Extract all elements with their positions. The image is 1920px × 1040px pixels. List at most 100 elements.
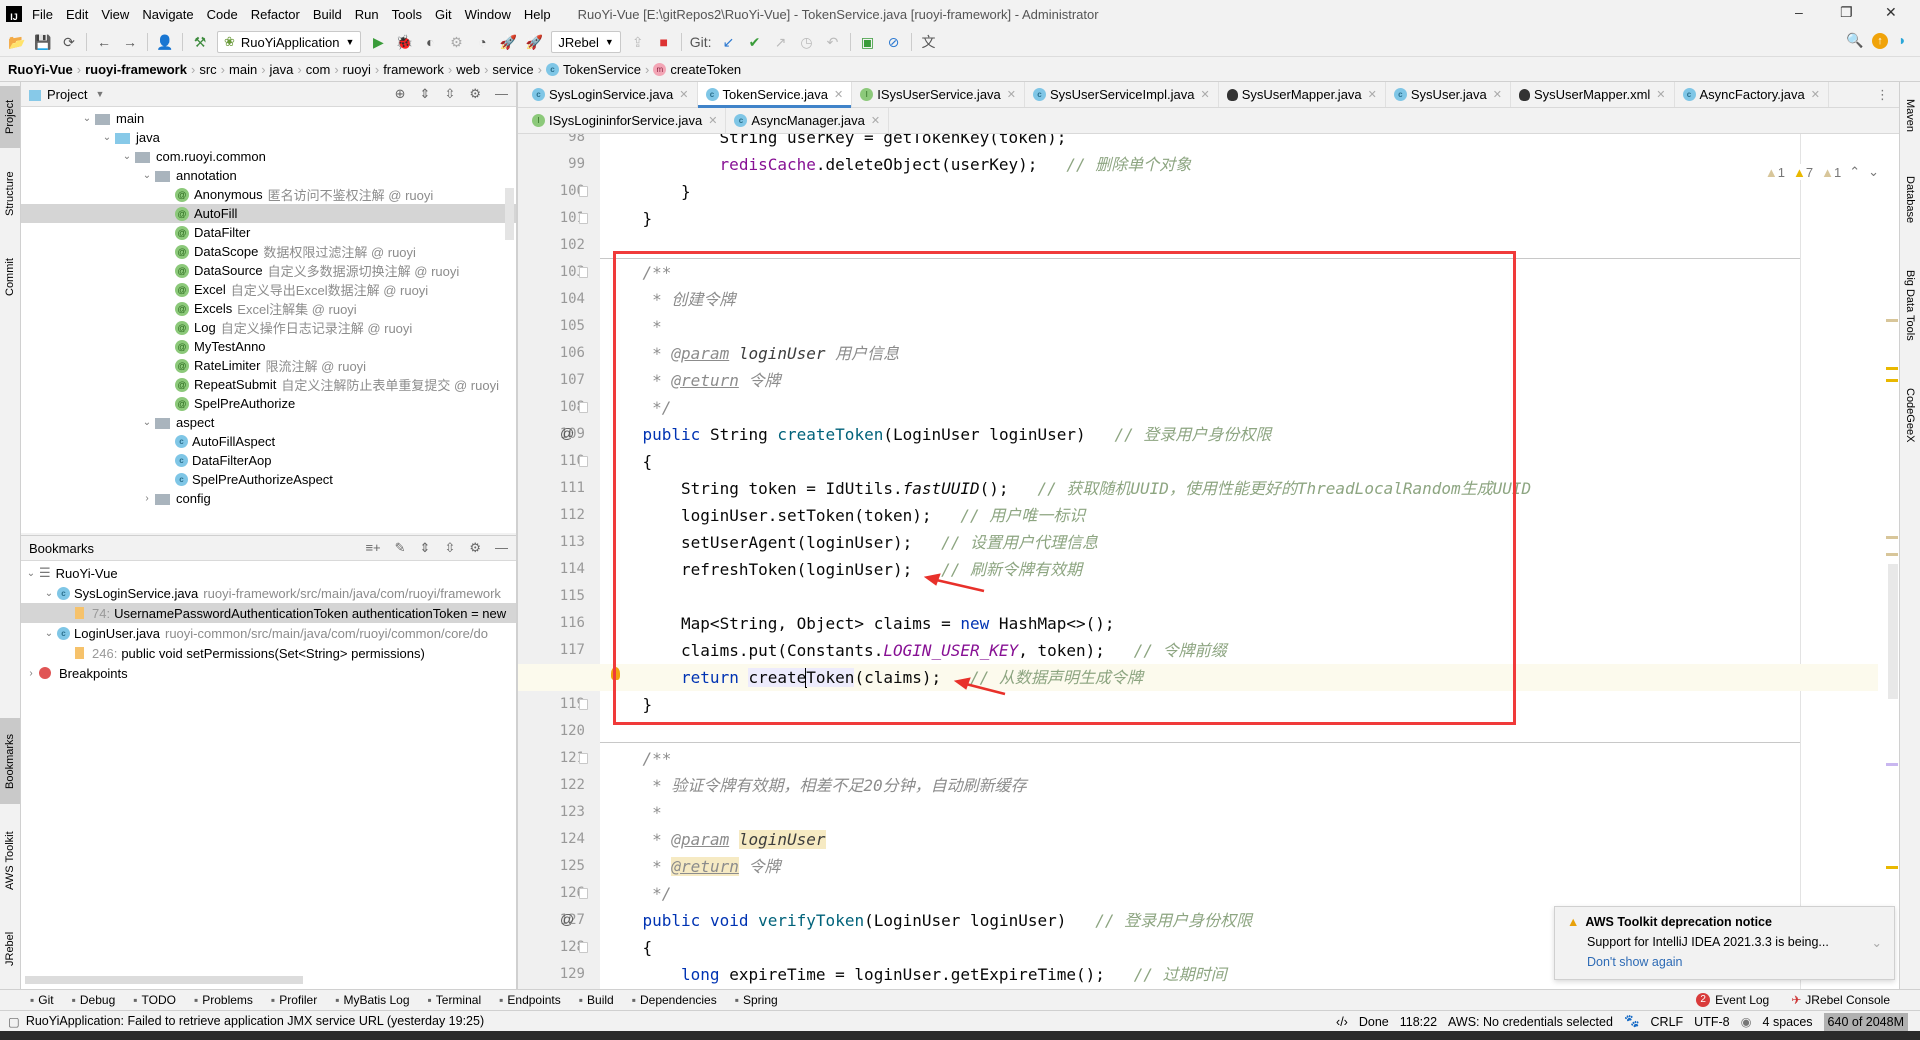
status-toggle-icon[interactable]: ▢ bbox=[8, 1014, 20, 1029]
breadcrumb-item[interactable]: main bbox=[229, 62, 257, 77]
menu-run[interactable]: Run bbox=[355, 7, 379, 22]
maximize-button[interactable]: ❐ bbox=[1840, 4, 1853, 21]
tab-sysuser-java[interactable]: c SysUser.java ✕ bbox=[1386, 82, 1511, 107]
open-folder-icon[interactable]: 📂 bbox=[8, 34, 26, 51]
jrebel-console-button[interactable]: ✈ JRebel Console bbox=[1791, 993, 1890, 1007]
tool-window-problems[interactable]: ▪ Problems bbox=[194, 993, 253, 1007]
breadcrumb-item[interactable]: ruoyi bbox=[343, 62, 371, 77]
tab-sysuserserviceimpl-java[interactable]: c SysUserServiceImpl.java ✕ bbox=[1025, 82, 1219, 107]
tool-window-profiler[interactable]: ▪ Profiler bbox=[271, 993, 317, 1007]
tool-window-spring[interactable]: ▪ Spring bbox=[735, 993, 778, 1007]
previous-highlight-icon[interactable]: ⌃ bbox=[1849, 164, 1860, 180]
gear-icon[interactable]: ⚙ bbox=[469, 540, 481, 556]
tree-item-repeatsubmit[interactable]: @ RepeatSubmit 自定义注解防止表单重复提交 @ ruoyi bbox=[21, 375, 516, 394]
profile-icon[interactable]: ⚙ bbox=[447, 34, 465, 51]
tool-window-structure[interactable]: Structure bbox=[0, 158, 20, 230]
error-stripe-mark[interactable] bbox=[1886, 763, 1898, 766]
tree-item-log[interactable]: @ Log 自定义操作日志记录注解 @ ruoyi bbox=[21, 318, 516, 337]
dont-show-again-link[interactable]: Don't show again bbox=[1567, 955, 1882, 969]
aws-credentials[interactable]: AWS: No credentials selected bbox=[1448, 1015, 1613, 1029]
codegeex-icon[interactable]: ◗ bbox=[1898, 32, 1906, 48]
activity-monitor-icon[interactable]: ▣ bbox=[859, 34, 877, 51]
sync-icon[interactable]: ⟳ bbox=[60, 34, 78, 51]
tool-window-commit[interactable]: Commit bbox=[0, 248, 20, 306]
menu-code[interactable]: Code bbox=[207, 7, 238, 22]
tab-sysusermapper-java[interactable]: SysUserMapper.java ✕ bbox=[1219, 82, 1386, 107]
user-icon[interactable]: 👤 bbox=[156, 34, 174, 51]
breadcrumb-item[interactable]: ruoyi-framework bbox=[85, 62, 187, 77]
inspection-widget[interactable]: ▲ 1 ▲ 7 ▲ 1 ⌃ ⌄ bbox=[1764, 164, 1879, 180]
tool-window-codegeex[interactable]: CodeGeeX bbox=[1900, 370, 1920, 460]
status-message[interactable]: RuoYiApplication: Failed to retrieve app… bbox=[26, 1014, 484, 1028]
caret-position[interactable]: 118:22 bbox=[1400, 1015, 1437, 1029]
error-stripe-mark[interactable] bbox=[1886, 319, 1898, 322]
menu-tools[interactable]: Tools bbox=[392, 7, 422, 22]
vcs-status[interactable]: Done bbox=[1359, 1015, 1389, 1029]
tool-window-dependencies[interactable]: ▪ Dependencies bbox=[632, 993, 717, 1007]
editor-scrollbar[interactable] bbox=[1888, 564, 1898, 699]
tab-sysloginservice-java[interactable]: c SysLoginService.java ✕ bbox=[524, 82, 698, 107]
close-tab-icon[interactable]: ✕ bbox=[1656, 88, 1665, 101]
translate-icon[interactable]: 文 bbox=[920, 32, 938, 52]
project-panel-title[interactable]: Project bbox=[47, 87, 87, 102]
rollback-icon[interactable]: ↶ bbox=[824, 34, 842, 51]
menu-edit[interactable]: Edit bbox=[66, 7, 88, 22]
tree-item-main[interactable]: ⌄ main bbox=[21, 109, 516, 128]
breadcrumb-item[interactable]: m createToken bbox=[653, 62, 741, 77]
tree-item-com.ruoyi.common[interactable]: ⌄ com.ruoyi.common bbox=[21, 147, 516, 166]
bookmark-item[interactable]: 74: UsernamePasswordAuthenticationToken a… bbox=[21, 603, 516, 623]
power-save-icon[interactable]: ⊘ bbox=[885, 34, 903, 51]
tool-window-bookmarks[interactable]: Bookmarks bbox=[0, 718, 20, 804]
tool-window-aws-toolkit[interactable]: AWS Toolkit bbox=[0, 818, 20, 904]
git-commit-icon[interactable]: ✔ bbox=[746, 34, 764, 51]
tree-item-mytestanno[interactable]: @ MyTestAnno bbox=[21, 337, 516, 356]
bookmark-item[interactable]: ⌄ c SysLoginService.java ruoyi-framework/sr… bbox=[21, 583, 516, 603]
tab-isyslogininforservice-java[interactable]: I ISysLogininforService.java ✕ bbox=[524, 108, 727, 133]
chevron-down-icon[interactable]: ⌄ bbox=[79, 113, 95, 124]
chevron-right-icon[interactable]: › bbox=[23, 668, 39, 679]
save-icon[interactable]: 💾 bbox=[34, 34, 52, 51]
chevron-down-icon[interactable]: ⌄ bbox=[119, 151, 135, 162]
breadcrumb-item[interactable]: web bbox=[456, 62, 480, 77]
tree-item-java[interactable]: ⌄ java bbox=[21, 128, 516, 147]
paw-icon[interactable]: 🐾 bbox=[1624, 1014, 1640, 1029]
tool-window-big-data-tools[interactable]: Big Data Tools bbox=[1900, 250, 1920, 360]
edit-pencil-icon[interactable]: ✎ bbox=[395, 540, 406, 556]
git-update-icon[interactable]: ↙ bbox=[720, 34, 738, 51]
bookmark-item[interactable]: ⌄ ☰ RuoYi-Vue bbox=[21, 563, 516, 583]
bookmark-item[interactable]: › Breakpoints bbox=[21, 663, 516, 683]
menu-refactor[interactable]: Refactor bbox=[251, 7, 300, 22]
collapse-all-icon[interactable]: ⇳ bbox=[444, 86, 455, 102]
event-log-button[interactable]: 2 Event Log bbox=[1696, 993, 1769, 1007]
menu-git[interactable]: Git bbox=[435, 7, 452, 22]
inspection-count[interactable]: ▲ 1 bbox=[1765, 164, 1785, 180]
minimize-button[interactable]: – bbox=[1795, 4, 1803, 20]
error-stripe-mark[interactable] bbox=[1886, 536, 1898, 539]
chevron-down-icon[interactable]: ⌄ bbox=[41, 588, 57, 599]
coverage-icon[interactable]: ◐ bbox=[421, 34, 439, 50]
expand-all-icon[interactable]: ⇕ bbox=[420, 540, 431, 556]
tool-window-mybatis-log[interactable]: ▪ MyBatis Log bbox=[335, 993, 409, 1007]
collapse-all-icon[interactable]: ⇳ bbox=[444, 540, 455, 556]
close-window-button[interactable]: ✕ bbox=[1885, 4, 1897, 21]
inspection-count[interactable]: ▲ 1 bbox=[1821, 164, 1841, 180]
tab-sysusermapper-xml[interactable]: SysUserMapper.xml ✕ bbox=[1511, 82, 1675, 107]
gear-icon[interactable]: ⚙ bbox=[469, 86, 481, 102]
tab-asyncfactory-java[interactable]: c AsyncFactory.java ✕ bbox=[1675, 82, 1829, 107]
jrebel-select[interactable]: JRebel ▼ bbox=[551, 31, 621, 53]
inspection-count[interactable]: ▲ 7 bbox=[1793, 164, 1813, 180]
tree-item-config[interactable]: › config bbox=[21, 489, 516, 508]
tree-item-datascope[interactable]: @ DataScope 数据权限过滤注解 @ ruoyi bbox=[21, 242, 516, 261]
tree-item-excels[interactable]: @ Excels Excel注解集 @ ruoyi bbox=[21, 299, 516, 318]
chevron-down-icon[interactable]: ⌄ bbox=[99, 132, 115, 143]
tab-tokenservice-java[interactable]: c TokenService.java ✕ bbox=[697, 82, 853, 108]
file-encoding[interactable]: UTF-8 bbox=[1694, 1015, 1729, 1029]
menu-navigate[interactable]: Navigate bbox=[142, 7, 193, 22]
bookmark-item[interactable]: ⌄ c LoginUser.java ruoyi-common/src/main/ja… bbox=[21, 623, 516, 643]
tree-item-spelpreauthorizeaspect[interactable]: c SpelPreAuthorizeAspect bbox=[21, 470, 516, 489]
tree-item-aspect[interactable]: ⌄ aspect bbox=[21, 413, 516, 432]
error-stripe-mark[interactable] bbox=[1886, 866, 1898, 869]
hide-icon[interactable]: — bbox=[495, 540, 508, 556]
tree-item-datafilteraop[interactable]: c DataFilterAop bbox=[21, 451, 516, 470]
tool-window-database[interactable]: Database bbox=[1900, 160, 1920, 240]
